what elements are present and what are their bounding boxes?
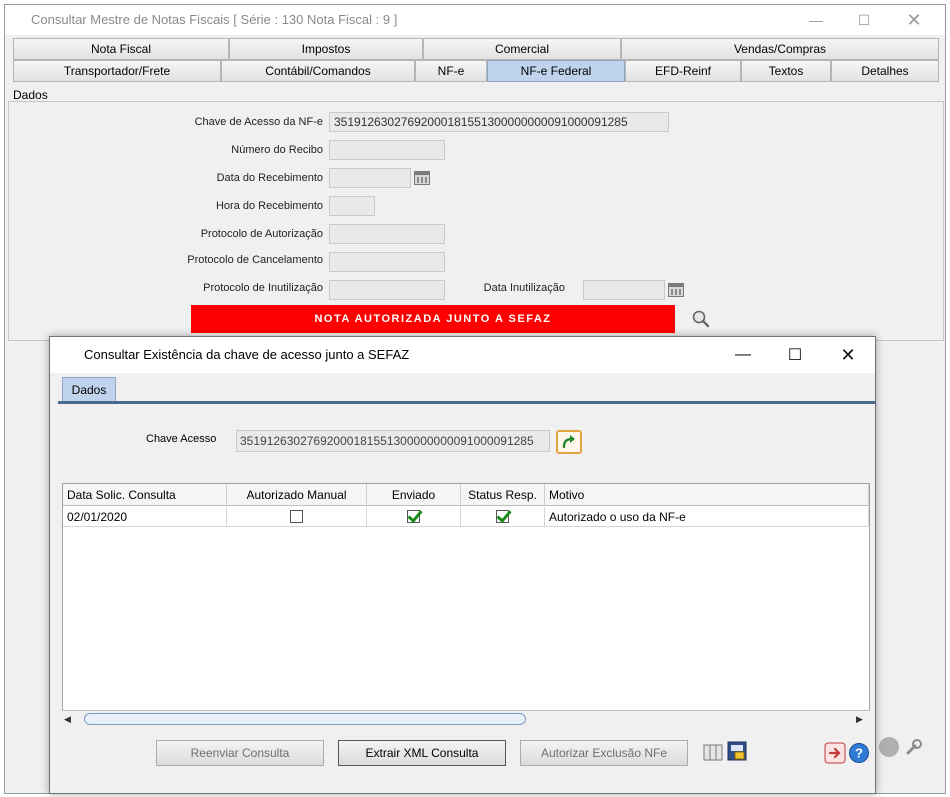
tab-comercial[interactable]: Comercial (423, 38, 621, 60)
data-recebimento-field[interactable] (329, 168, 411, 188)
tab-nfe-federal[interactable]: NF-e Federal (487, 60, 625, 82)
tab-contabil-comandos[interactable]: Contábil/Comandos (221, 60, 415, 82)
columns-icon[interactable] (702, 742, 724, 764)
numero-recibo-label: Número do Recibo (231, 144, 323, 156)
main-titlebar: Consultar Mestre de Notas Fiscais [ Séri… (5, 5, 945, 35)
chave-acesso-field[interactable]: 3519126302769200018155130000000009100009… (236, 430, 550, 452)
column-header-autorizado-manual[interactable]: Autorizado Manual (227, 484, 367, 506)
autorizar-exclusao-nfe-button[interactable]: Autorizar Exclusão NFe (520, 740, 688, 766)
status-resp-checkbox[interactable] (496, 510, 509, 523)
calendar-icon (414, 171, 430, 185)
refresh-button[interactable] (556, 430, 582, 454)
chave-acesso-label: Chave Acesso (146, 433, 217, 445)
close-button[interactable]: ✕ (891, 5, 937, 35)
tab-impostos[interactable]: Impostos (229, 38, 423, 60)
consult-sefaz-button[interactable] (689, 307, 713, 331)
tab-vendas-compras[interactable]: Vendas/Compras (621, 38, 939, 60)
cell-motivo[interactable]: Autorizado o uso da NF-e (545, 507, 869, 527)
tab-nfe[interactable]: NF-e (415, 60, 487, 82)
status-banner: NOTA AUTORIZADA JUNTO A SEFAZ (191, 305, 675, 333)
protocolo-autorizacao-field[interactable] (329, 224, 445, 244)
protocolo-cancelamento-label: Protocolo de Cancelamento (187, 254, 323, 266)
column-header-enviado[interactable]: Enviado (367, 484, 461, 506)
tab-textos[interactable]: Textos (741, 60, 831, 82)
horizontal-scrollbar[interactable]: ◀ ▶ (62, 710, 870, 727)
settings-dot-icon[interactable] (879, 737, 899, 757)
consultas-grid: Data Solic. Consulta Autorizado Manual E… (62, 483, 870, 727)
magnifier-icon (692, 310, 710, 328)
protocolo-inutilizacao-field[interactable] (329, 280, 445, 300)
consulta-sefaz-dialog: Consultar Existência da chave de acesso … (49, 336, 876, 794)
tab-detalhes[interactable]: Detalhes (831, 60, 939, 82)
data-recebimento-label: Data do Recebimento (216, 172, 323, 184)
enviado-checkbox[interactable] (407, 510, 420, 523)
dialog-minimize-button[interactable]: — (720, 340, 766, 370)
dialog-close-button[interactable]: ✕ (825, 340, 871, 370)
protocolo-cancelamento-field[interactable] (329, 252, 445, 272)
data-inutilizacao-field[interactable] (583, 280, 665, 300)
tab-efd-reinf[interactable]: EFD-Reinf (625, 60, 741, 82)
hora-recebimento-label: Hora do Recebimento (215, 200, 323, 212)
svg-text:?: ? (855, 746, 863, 761)
dialog-titlebar: Consultar Existência da chave de acesso … (50, 337, 875, 373)
chave-acesso-field[interactable]: 3519126302769200018155130000000009100009… (329, 112, 669, 132)
calendar-button[interactable] (411, 167, 433, 189)
tab-nota-fiscal[interactable]: Nota Fiscal (13, 38, 229, 60)
scroll-left-arrow-icon[interactable]: ◀ (64, 714, 71, 725)
reenviar-consulta-button[interactable]: Reenviar Consulta (156, 740, 324, 766)
calendar-button[interactable] (665, 279, 687, 301)
column-header-status-resp[interactable]: Status Resp. (461, 484, 545, 506)
calendar-icon (668, 283, 684, 297)
numero-recibo-field[interactable] (329, 140, 445, 160)
cell-status-resp[interactable] (461, 507, 545, 527)
exit-icon[interactable] (824, 742, 846, 764)
protocolo-autorizacao-label: Protocolo de Autorização (200, 228, 323, 240)
tab-transportador-frete[interactable]: Transportador/Frete (13, 60, 221, 82)
maximize-button[interactable]: ☐ (841, 5, 887, 35)
data-inutilizacao-label: Data Inutilização (483, 282, 565, 294)
scroll-right-arrow-icon[interactable]: ▶ (856, 714, 863, 725)
help-icon[interactable]: ? (848, 742, 870, 764)
cell-data[interactable]: 02/01/2020 (63, 507, 227, 527)
scrollbar-thumb[interactable] (84, 713, 526, 725)
minimize-button[interactable]: — (793, 5, 839, 35)
extrair-xml-consulta-button[interactable]: Extrair XML Consulta (338, 740, 506, 766)
export-excel-icon[interactable] (726, 740, 748, 762)
tab-underline (58, 401, 876, 404)
column-header-motivo[interactable]: Motivo (545, 484, 869, 506)
cell-autorizado-manual[interactable] (227, 507, 367, 527)
panel-title: Dados (13, 88, 48, 102)
dialog-maximize-button[interactable]: ☐ (772, 340, 818, 370)
dialog-title: Consultar Existência da chave de acesso … (84, 347, 410, 362)
hora-recebimento-field[interactable] (329, 196, 375, 216)
autorizado-manual-checkbox[interactable] (290, 510, 303, 523)
cell-enviado[interactable] (367, 507, 461, 527)
protocolo-inutilizacao-label: Protocolo de Inutilização (203, 282, 323, 294)
wrench-icon[interactable] (903, 736, 925, 758)
main-window-title: Consultar Mestre de Notas Fiscais [ Séri… (31, 12, 398, 27)
tab-dados[interactable]: Dados (62, 377, 116, 401)
column-header-data[interactable]: Data Solic. Consulta (63, 484, 227, 506)
chave-acesso-label: Chave de Acesso da NF-e (194, 116, 323, 128)
refresh-arrow-icon (562, 435, 575, 449)
